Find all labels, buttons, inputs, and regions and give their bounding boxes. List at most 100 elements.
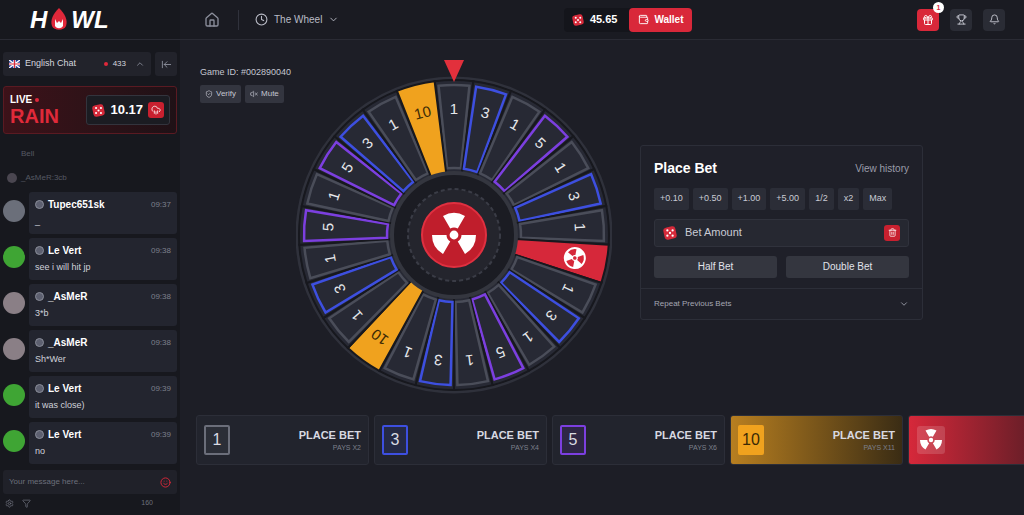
double-bet-button[interactable]: Double Bet <box>786 256 909 278</box>
faded-message: _AsMeR:3cb <box>7 172 177 184</box>
chat-sidebar: English Chat433LIVERAIN10.17Bell_AsMeR:3… <box>0 40 180 515</box>
segment-label: 1 <box>572 222 589 231</box>
game-menu[interactable]: The Wheel <box>255 12 339 27</box>
segment-label: 5 <box>338 159 357 175</box>
logo[interactable]: H WL <box>0 0 180 39</box>
user-avatar[interactable] <box>3 430 25 452</box>
username[interactable]: Le Vert <box>48 381 81 396</box>
bet-number-box: 1 <box>204 425 230 455</box>
quick-amount-button[interactable]: x2 <box>838 188 860 210</box>
filter-icon[interactable] <box>22 499 31 508</box>
repeat-previous-bets[interactable]: Repeat Previous Bets <box>641 288 922 319</box>
message-time: 09:38 <box>151 337 171 349</box>
payout-label: PAYS X4 <box>511 443 539 454</box>
verify-button[interactable]: Verify <box>200 85 241 103</box>
settings-icon[interactable] <box>5 499 14 508</box>
rank-badge-icon <box>35 246 44 255</box>
quick-amount-button[interactable]: +5.00 <box>770 188 805 210</box>
collapse-icon <box>161 59 172 70</box>
panel-title: Place Bet <box>654 158 717 179</box>
home-icon[interactable] <box>204 12 220 28</box>
segment-label: 3 <box>479 103 491 122</box>
chat-messages: Tupec651sk09:37_Le Vert09:38see i will h… <box>3 192 177 464</box>
quick-amount-button[interactable]: +0.10 <box>654 188 689 210</box>
username[interactable]: _AsMeR <box>48 289 87 304</box>
username[interactable]: Le Vert <box>48 427 81 442</box>
bell-icon <box>989 14 1000 25</box>
collapse-chat-button[interactable] <box>155 52 177 76</box>
place-bet-panel: Place Bet View history +0.10+0.50+1.00+5.0… <box>640 145 923 320</box>
message-text: it was close) <box>35 400 171 411</box>
chat-message: Tupec651sk09:37_ <box>3 192 177 234</box>
segment-label: 3 <box>359 134 377 152</box>
gift-button[interactable]: 1 <box>917 9 939 31</box>
hub-radiation-icon <box>432 213 476 254</box>
segment-label: 10 <box>412 102 432 123</box>
place-bet-label: PLACE BET <box>477 427 539 444</box>
online-count: 433 <box>113 58 126 70</box>
rank-badge-icon <box>35 338 44 347</box>
chat-footer: 160 <box>3 498 177 509</box>
balance: 45.65 <box>590 11 618 28</box>
chat-message: _AsMeR 09:38 Sh*Wer <box>3 330 177 372</box>
char-count: 160 <box>141 498 175 509</box>
rain-title: RAIN <box>10 106 59 126</box>
view-history-link[interactable]: View history <box>855 161 909 176</box>
message-time: 09:39 <box>151 383 171 395</box>
chat-message: _AsMeR09:383*b <box>3 284 177 326</box>
bet-amount-input[interactable]: Bet Amount <box>654 219 909 247</box>
quick-amount-button[interactable]: Max <box>863 188 892 210</box>
quick-amount-button[interactable]: +0.50 <box>693 188 728 210</box>
user-avatar[interactable] <box>3 200 25 222</box>
username[interactable]: Le Vert <box>48 243 81 258</box>
chat-room-selector[interactable]: English Chat433 <box>3 52 151 76</box>
clear-button[interactable] <box>884 225 900 241</box>
top-bar: H WL The Wheel 45.65 Wallet 1 <box>0 0 1024 40</box>
user-avatar[interactable] <box>3 384 25 406</box>
wheel-game-icon <box>255 13 268 26</box>
segment-label: 5 <box>494 343 508 362</box>
game-info: Game ID: #002890040VerifyMute <box>200 58 296 103</box>
segment-label: 1 <box>465 352 475 370</box>
segment-label: 1 <box>551 159 570 175</box>
user-avatar[interactable] <box>3 292 25 314</box>
bet-option-card[interactable]: 10PLACE BETPAYS X11 <box>730 415 903 465</box>
jackpot-icon <box>916 425 946 455</box>
username[interactable]: _AsMeR <box>48 335 87 350</box>
bet-option-card[interactable]: 3 PLACE BETPAYS X4 <box>374 415 547 465</box>
message-input[interactable]: Your message here... <box>3 470 177 494</box>
jackpot-radiation-icon <box>565 248 585 269</box>
mute-button[interactable]: Mute <box>245 85 284 103</box>
logo-text: H <box>30 8 47 32</box>
rain-join-button[interactable] <box>148 102 164 118</box>
leaderboard-button[interactable] <box>950 9 972 31</box>
segment-label: 10 <box>368 326 391 350</box>
bet-option-card[interactable]: 1PLACE BETPAYS X2 <box>196 415 369 465</box>
user-avatar[interactable] <box>3 246 25 268</box>
bet-option-card[interactable]: 5PLACE BETPAYS X6 <box>552 415 725 465</box>
half-bet-button[interactable]: Half Bet <box>654 256 777 278</box>
speaker-off-icon <box>250 90 258 98</box>
emoji-icon[interactable] <box>160 477 171 488</box>
uk-flag-icon <box>9 60 20 68</box>
username[interactable]: Tupec651sk <box>48 197 105 212</box>
payout-label: PAYS X6 <box>689 443 717 454</box>
quick-amount-button[interactable]: 1/2 <box>809 188 834 210</box>
bet-number-box: 3 <box>382 425 408 455</box>
rank-badge-icon <box>35 292 44 301</box>
message-text: Sh*Wer <box>35 354 171 365</box>
rank-badge-icon <box>35 200 44 209</box>
message-time: 09:39 <box>151 429 171 441</box>
bet-option-card[interactable] <box>908 415 1024 465</box>
quick-amount-button[interactable]: +1.00 <box>732 188 767 210</box>
segment-label: 1 <box>507 115 523 134</box>
game-area: Game ID: #002890040VerifyMute13151311315… <box>180 40 1024 515</box>
live-rain-banner[interactable]: LIVERAIN10.17 <box>3 86 177 134</box>
message-time: 09:37 <box>151 199 171 211</box>
logo-text: WL <box>71 8 108 32</box>
chip-icon <box>92 104 105 117</box>
message-time: 09:38 <box>151 245 171 257</box>
user-avatar[interactable] <box>3 338 25 360</box>
notifications-button[interactable] <box>983 9 1005 31</box>
wallet-button[interactable]: Wallet <box>629 8 692 32</box>
